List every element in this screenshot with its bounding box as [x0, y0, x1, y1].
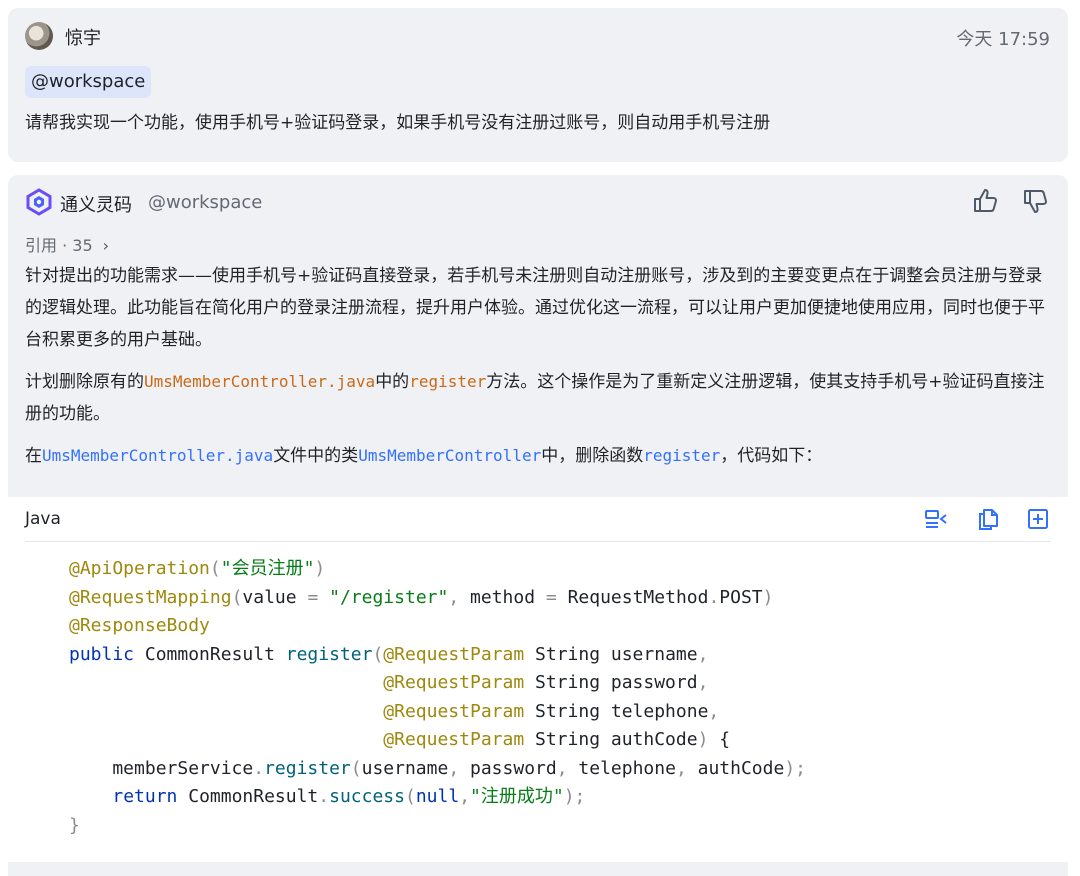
- avatar[interactable]: [25, 22, 53, 50]
- inline-code-file[interactable]: UmsMemberController.java: [144, 372, 375, 391]
- thumbs-down-icon[interactable]: [1022, 187, 1048, 215]
- code-line: @ResponseBody: [69, 615, 210, 636]
- assistant-name: 通义灵码: [60, 195, 132, 216]
- user-prompt-text: 请帮我实现一个功能，使用手机号+验证码登录，如果手机号没有注册过账号，则自动用手…: [25, 113, 771, 133]
- copy-icon[interactable]: [976, 507, 1000, 531]
- code-language-label: Java: [25, 509, 61, 529]
- code-string: "会员注册": [220, 558, 315, 579]
- code-line: @RequestParam String password,: [383, 672, 709, 693]
- code-line: }: [69, 814, 80, 836]
- text-segment: ，代码如下：: [720, 446, 823, 466]
- username: 惊宇: [65, 28, 101, 49]
- text-segment: 在: [25, 446, 42, 466]
- inline-code-class-link[interactable]: UmsMemberController: [358, 446, 541, 465]
- insert-icon[interactable]: [1026, 507, 1050, 531]
- answer-paragraph-2: 计划删除原有的UmsMemberController.java中的registe…: [25, 366, 1050, 430]
- text-segment: 计划删除原有的: [25, 372, 144, 392]
- diff-apply-icon[interactable]: [924, 507, 948, 531]
- ai-message-card: 通义灵码 @workspace 引用 · 35 › 针对提出的功能需求——使用手机…: [8, 175, 1068, 876]
- code-block: Java @ApiOperation("会员注册") @RequestMappi…: [8, 497, 1068, 862]
- code-line: return CommonResult.success(null,"注册成功")…: [112, 786, 586, 807]
- references-toggle[interactable]: 引用 · 35 ›: [25, 232, 109, 256]
- assistant-mention: @workspace: [148, 192, 263, 213]
- code-line: public CommonResult register(@RequestPar…: [69, 643, 709, 665]
- user-message-card: 惊宇 今天 17:59 @workspace 请帮我实现一个功能，使用手机号+验…: [8, 8, 1068, 162]
- thumbs-up-icon[interactable]: [972, 187, 998, 215]
- text-segment: 文件中的类: [273, 446, 359, 466]
- answer-paragraph-3: 在UmsMemberController.java文件中的类UmsMemberC…: [25, 440, 1050, 472]
- code-line: @RequestParam String telephone,: [383, 700, 720, 722]
- code-content[interactable]: @ApiOperation("会员注册") @RequestMapping(va…: [69, 555, 806, 840]
- inline-code-method[interactable]: register: [409, 372, 486, 391]
- message-timestamp: 今天 17:59: [956, 29, 1050, 50]
- code-line: @ApiOperation("会员注册"): [69, 558, 326, 579]
- code-header-divider: [25, 541, 1051, 542]
- chevron-right-icon: ›: [102, 236, 110, 255]
- code-line: @RequestMapping(value = "/register", met…: [69, 586, 774, 608]
- references-label: 引用 · 35: [25, 236, 93, 255]
- code-line: @RequestParam String authCode) {: [383, 729, 731, 750]
- code-line: memberService.register(username, passwor…: [69, 757, 807, 779]
- answer-paragraph-1: 针对提出的功能需求——使用手机号+验证码直接登录，若手机号未注册则自动注册账号，…: [25, 266, 1045, 350]
- inline-code-function-link[interactable]: register: [643, 446, 720, 465]
- inline-code-file-link[interactable]: UmsMemberController.java: [42, 446, 273, 465]
- text-segment: 中的: [375, 372, 410, 392]
- tongyi-logo-icon: [26, 188, 52, 216]
- workspace-mention-chip[interactable]: @workspace: [25, 66, 152, 98]
- text-segment: 中，删除函数: [541, 446, 644, 466]
